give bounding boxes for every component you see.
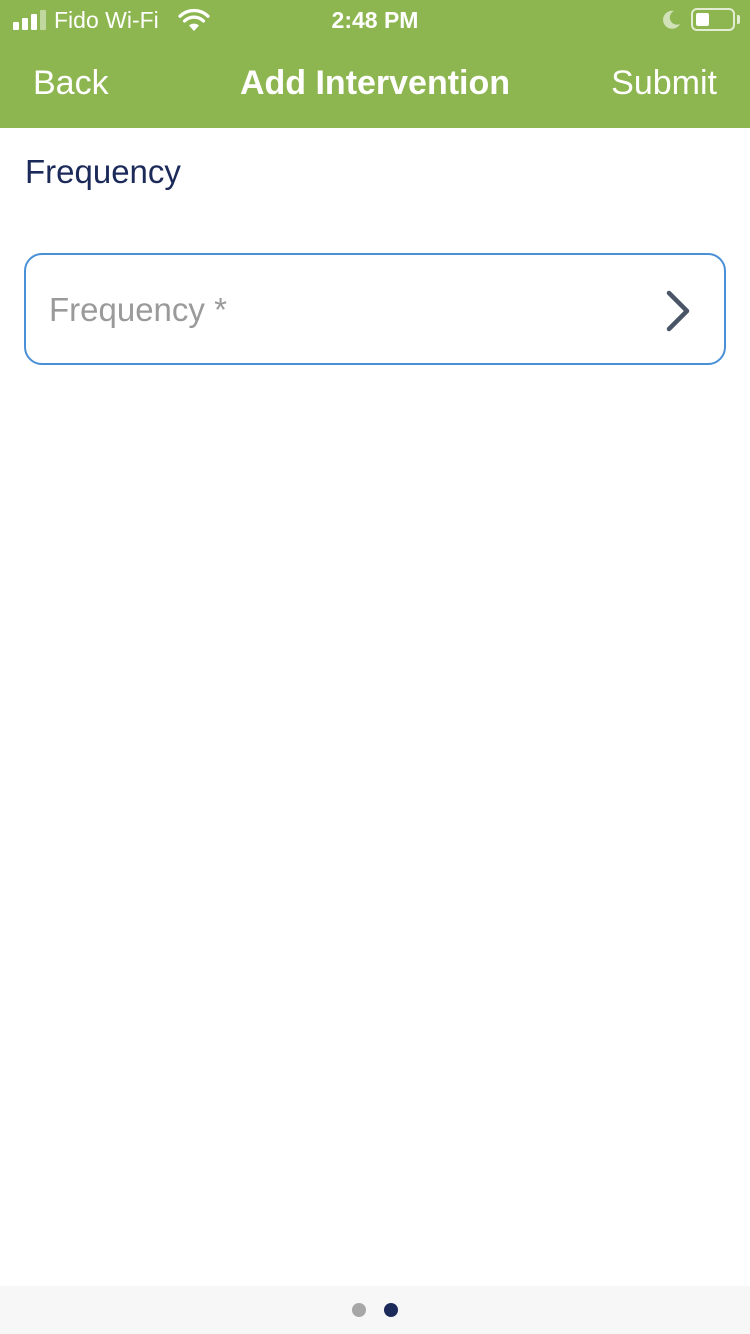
add-intervention-screen: Fido Wi-Fi 2:48 PM Back Add Intervention…: [0, 0, 750, 1334]
page-dot-2[interactable]: [384, 1303, 398, 1317]
submit-button[interactable]: Submit: [611, 63, 717, 103]
moon-icon: [663, 10, 680, 29]
section-title: Frequency: [25, 153, 181, 190]
frequency-placeholder: Frequency *: [49, 291, 227, 328]
page-dot-1[interactable]: [352, 1303, 366, 1317]
nav-bar: Back Add Intervention Submit: [0, 40, 750, 128]
header: Fido Wi-Fi 2:48 PM Back Add Intervention…: [0, 0, 750, 128]
chevron-right-icon: [666, 290, 690, 332]
battery-icon: [691, 8, 735, 31]
status-bar: Fido Wi-Fi 2:48 PM: [0, 0, 750, 40]
battery-level: [696, 13, 709, 26]
battery-cap: [737, 15, 740, 24]
frequency-selector[interactable]: Frequency *: [24, 253, 726, 365]
status-time: 2:48 PM: [331, 7, 419, 33]
page-indicator: [0, 1286, 750, 1334]
